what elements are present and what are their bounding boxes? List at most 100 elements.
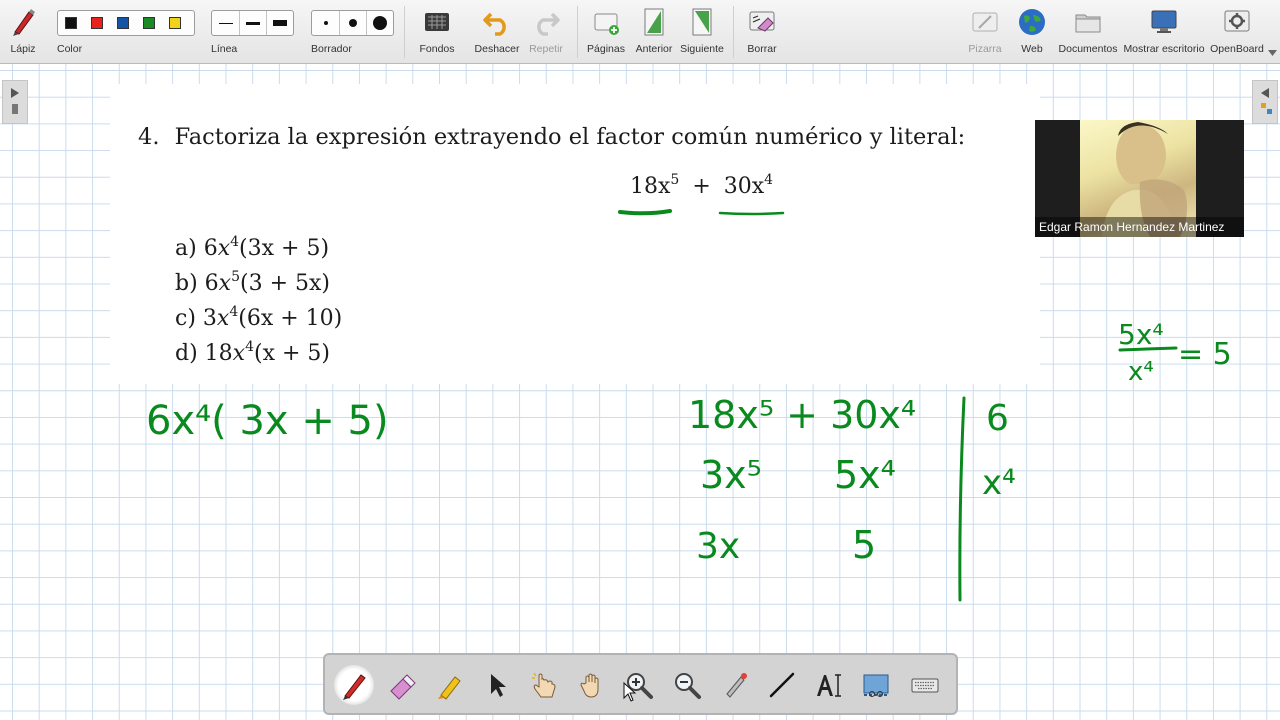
line-thick-button[interactable] [267,11,293,35]
color-palette [57,10,195,36]
redo-icon [537,12,560,36]
eraser-tool-button[interactable] [381,665,421,705]
line-icon [769,672,795,698]
webcam-name-label: Edgar Ramon Hernandez Martinez [1035,217,1244,237]
overflow-arrow-icon[interactable] [1268,50,1277,56]
eraser-large-button[interactable] [367,11,393,35]
handwritten-side-denominator: x⁴ [1128,357,1154,387]
line-tool-button[interactable] [762,665,802,705]
board-mode-label: Pizarra [968,43,1002,55]
pen-icon [13,9,35,36]
redo-button[interactable]: Repetir [523,0,569,64]
eraser-icon [390,674,416,700]
next-page-icon [692,8,712,36]
handwritten-answer: 6x⁴( 3x + 5) [146,398,389,444]
laser-pointer-icon [726,673,747,698]
color-label: Color [57,43,83,55]
clear-board-icon [749,11,775,32]
highlighter-icon [438,676,461,700]
pages-button[interactable]: Páginas [583,0,629,64]
screen-capture-icon [863,674,889,697]
add-page-icon [594,13,619,35]
color-yellow-swatch[interactable] [169,17,181,29]
show-desktop-button[interactable]: Mostrar escritorio [1122,0,1206,64]
pointing-hand-icon [532,672,556,698]
mouse-cursor-icon [623,682,637,702]
zoom-out-button[interactable] [667,665,707,705]
documents-button[interactable]: Documentos [1058,0,1118,64]
handwritten-row3-right: 5 [852,523,876,567]
backgrounds-button[interactable]: Fondos [414,0,460,64]
pen-tool-button[interactable]: Lápiz [0,0,46,64]
main-toolbar: Lápiz Color Línea Borrador Fondos Deshac… [0,0,1280,64]
handwritten-row2-right: 5x⁴ [834,453,896,497]
clear-board-label: Borrar [747,43,777,55]
interact-tool-button[interactable] [524,665,564,705]
handwritten-row1: 18x⁵ + 30x⁴ [688,393,916,437]
cursor-arrow-icon [491,674,506,697]
hand-pan-tool-button[interactable] [572,665,612,705]
board-mode-icon [972,12,998,32]
clear-board-button[interactable]: Borrar [739,0,785,64]
keyboard-icon [911,678,939,693]
selector-tool-button[interactable] [477,665,517,705]
text-tool-button[interactable] [809,665,849,705]
underline-stroke-b [718,211,785,216]
globe-icon [1019,9,1045,35]
eraser-size-group [311,10,394,36]
eraser-medium-button[interactable] [340,11,367,35]
documents-label: Documentos [1058,43,1118,55]
line-thin-button[interactable] [212,11,240,35]
color-blue-swatch[interactable] [117,17,129,29]
previous-page-icon [644,8,664,36]
capture-tool-button[interactable] [856,665,896,705]
zoom-out-icon [675,673,701,699]
backgrounds-icon [425,13,449,31]
openboard-menu-button[interactable]: OpenBoard [1208,0,1266,64]
color-black-swatch[interactable] [65,17,77,29]
backgrounds-label: Fondos [419,43,455,55]
web-label: Web [1021,43,1043,55]
handwritten-side-numerator: 5x⁴ [1118,318,1164,351]
eraser-small-button[interactable] [312,11,340,35]
handwritten-factor-6: 6 [986,398,1009,439]
pen-tool-label: Lápiz [10,43,36,55]
show-desktop-label: Mostrar escritorio [1123,43,1205,55]
highlighter-tool-button[interactable] [429,665,469,705]
color-red-swatch[interactable] [91,17,103,29]
webcam-overlay: Edgar Ramon Hernandez Martinez [1035,120,1244,237]
web-button[interactable]: Web [1009,0,1055,64]
line-medium-button[interactable] [240,11,267,35]
next-page-button[interactable]: Siguiente [679,0,725,64]
color-green-swatch[interactable] [143,17,155,29]
laser-pointer-button[interactable] [715,665,755,705]
settings-gear-icon [1224,10,1250,32]
undo-label: Deshacer [474,43,520,55]
pen-tool-palette-button[interactable] [334,665,374,705]
previous-page-button[interactable]: Anterior [631,0,677,64]
folder-icon [1075,14,1101,33]
stylus-toolbar [323,653,958,715]
board-mode-button[interactable]: Pizarra [962,0,1008,64]
previous-page-label: Anterior [635,43,673,55]
division-line [958,396,966,602]
handwritten-side-result: = 5 [1178,337,1232,372]
handwritten-row2-left: 3x⁵ [700,453,762,497]
hand-pan-icon [580,673,599,698]
text-tool-icon [817,674,841,697]
underline-stroke-a [618,209,672,216]
redo-label: Repetir [529,43,563,55]
virtual-keyboard-button[interactable] [905,665,945,705]
monitor-icon [1151,10,1177,33]
openboard-label: OpenBoard [1210,43,1264,55]
handwritten-row3-left: 3x [696,526,740,567]
next-page-label: Siguiente [680,43,724,55]
pen-icon [343,674,366,700]
pages-label: Páginas [587,43,625,55]
undo-button[interactable]: Deshacer [474,0,520,64]
line-width-group [211,10,294,36]
eraser-label: Borrador [311,43,352,55]
undo-icon [483,12,506,36]
handwritten-factor-x4: x⁴ [982,463,1016,503]
line-label: Línea [211,43,238,55]
